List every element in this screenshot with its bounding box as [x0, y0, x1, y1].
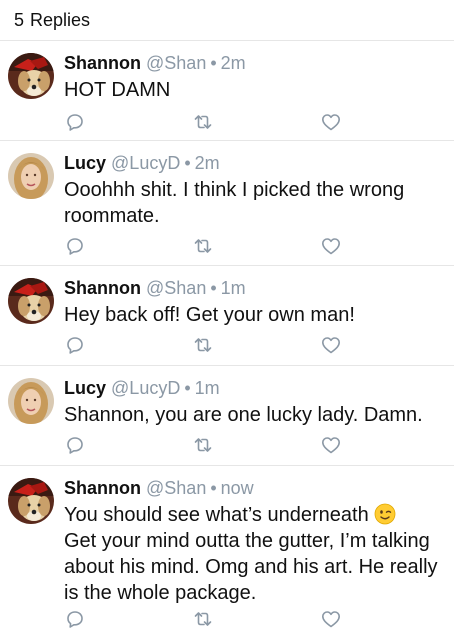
replies-header: 5 Replies: [0, 0, 454, 41]
action-bar: [64, 111, 454, 133]
action-bar: [64, 608, 454, 630]
reply-item[interactable]: Shannon @Shan • 2m HOT DAMN: [0, 41, 454, 141]
author-handle[interactable]: @Shan: [146, 278, 206, 298]
reply-meta: Shannon @Shan • 2m: [64, 51, 442, 75]
reply-meta: Lucy @LucyD • 2m: [64, 151, 442, 175]
winking-face-icon: [374, 503, 396, 525]
dog-avatar[interactable]: [8, 478, 54, 524]
author-name[interactable]: Shannon: [64, 478, 141, 498]
timestamp: 1m: [194, 378, 220, 398]
reply-icon[interactable]: [64, 334, 86, 356]
timestamp: 2m: [194, 153, 220, 173]
separator-dot: •: [210, 53, 217, 73]
reply-count: 5: [14, 9, 25, 30]
separator-dot: •: [184, 153, 191, 173]
author-handle[interactable]: @Shan: [146, 53, 206, 73]
reply-icon[interactable]: [64, 608, 86, 630]
author-handle[interactable]: @LucyD: [111, 378, 180, 398]
author-name[interactable]: Lucy: [64, 378, 106, 398]
timestamp: 1m: [220, 278, 246, 298]
reply-item[interactable]: Shannon @Shan • now You should see what’s …: [0, 466, 454, 641]
reply-text-continued: Get your mind outta the gutter, I’m talk…: [64, 530, 438, 604]
reply-icon[interactable]: [64, 434, 86, 456]
author-handle[interactable]: @Shan: [146, 478, 206, 498]
reply-item[interactable]: Lucy @LucyD • 1m Shannon, you are one luck…: [0, 366, 454, 466]
reply-icon[interactable]: [64, 111, 86, 133]
reply-text: You should see what’s underneath Get you…: [64, 502, 442, 606]
replies-label: Replies: [30, 9, 91, 30]
author-name[interactable]: Shannon: [64, 278, 141, 298]
reply-item[interactable]: Lucy @LucyD • 2m Ooohhh shit. I think I pi…: [0, 141, 454, 266]
retweet-icon[interactable]: [192, 235, 214, 257]
reply-text: Ooohhh shit. I think I picked the wrong …: [64, 179, 405, 227]
action-bar: [64, 235, 454, 257]
separator-dot: •: [184, 378, 191, 398]
reply-text: Shannon, you are one lucky lady. Damn.: [64, 404, 423, 426]
dog-avatar[interactable]: [8, 278, 54, 324]
timestamp: 2m: [220, 53, 246, 73]
action-bar: [64, 334, 454, 356]
heart-icon[interactable]: [320, 111, 342, 133]
reply-item[interactable]: Shannon @Shan • 1m Hey back off! Get your …: [0, 266, 454, 366]
heart-icon[interactable]: [320, 434, 342, 456]
author-name[interactable]: Shannon: [64, 53, 141, 73]
timestamp: now: [220, 478, 254, 498]
reply-text: HOT DAMN: [64, 79, 171, 101]
retweet-icon[interactable]: [192, 111, 214, 133]
woman-avatar[interactable]: [8, 153, 54, 199]
heart-icon[interactable]: [320, 334, 342, 356]
separator-dot: •: [210, 278, 217, 298]
reply-text-line: You should see what’s underneath: [64, 504, 369, 526]
heart-icon[interactable]: [320, 608, 342, 630]
author-handle[interactable]: @LucyD: [111, 153, 180, 173]
dog-avatar[interactable]: [8, 53, 54, 99]
reply-meta: Shannon @Shan • now: [64, 476, 442, 500]
action-bar: [64, 434, 454, 456]
reply-icon[interactable]: [64, 235, 86, 257]
retweet-icon[interactable]: [192, 434, 214, 456]
reply-meta: Lucy @LucyD • 1m: [64, 376, 442, 400]
retweet-icon[interactable]: [192, 608, 214, 630]
retweet-icon[interactable]: [192, 334, 214, 356]
author-name[interactable]: Lucy: [64, 153, 106, 173]
reply-meta: Shannon @Shan • 1m: [64, 276, 442, 300]
reply-text: Hey back off! Get your own man!: [64, 304, 355, 326]
heart-icon[interactable]: [320, 235, 342, 257]
separator-dot: •: [210, 478, 217, 498]
woman-avatar[interactable]: [8, 378, 54, 424]
